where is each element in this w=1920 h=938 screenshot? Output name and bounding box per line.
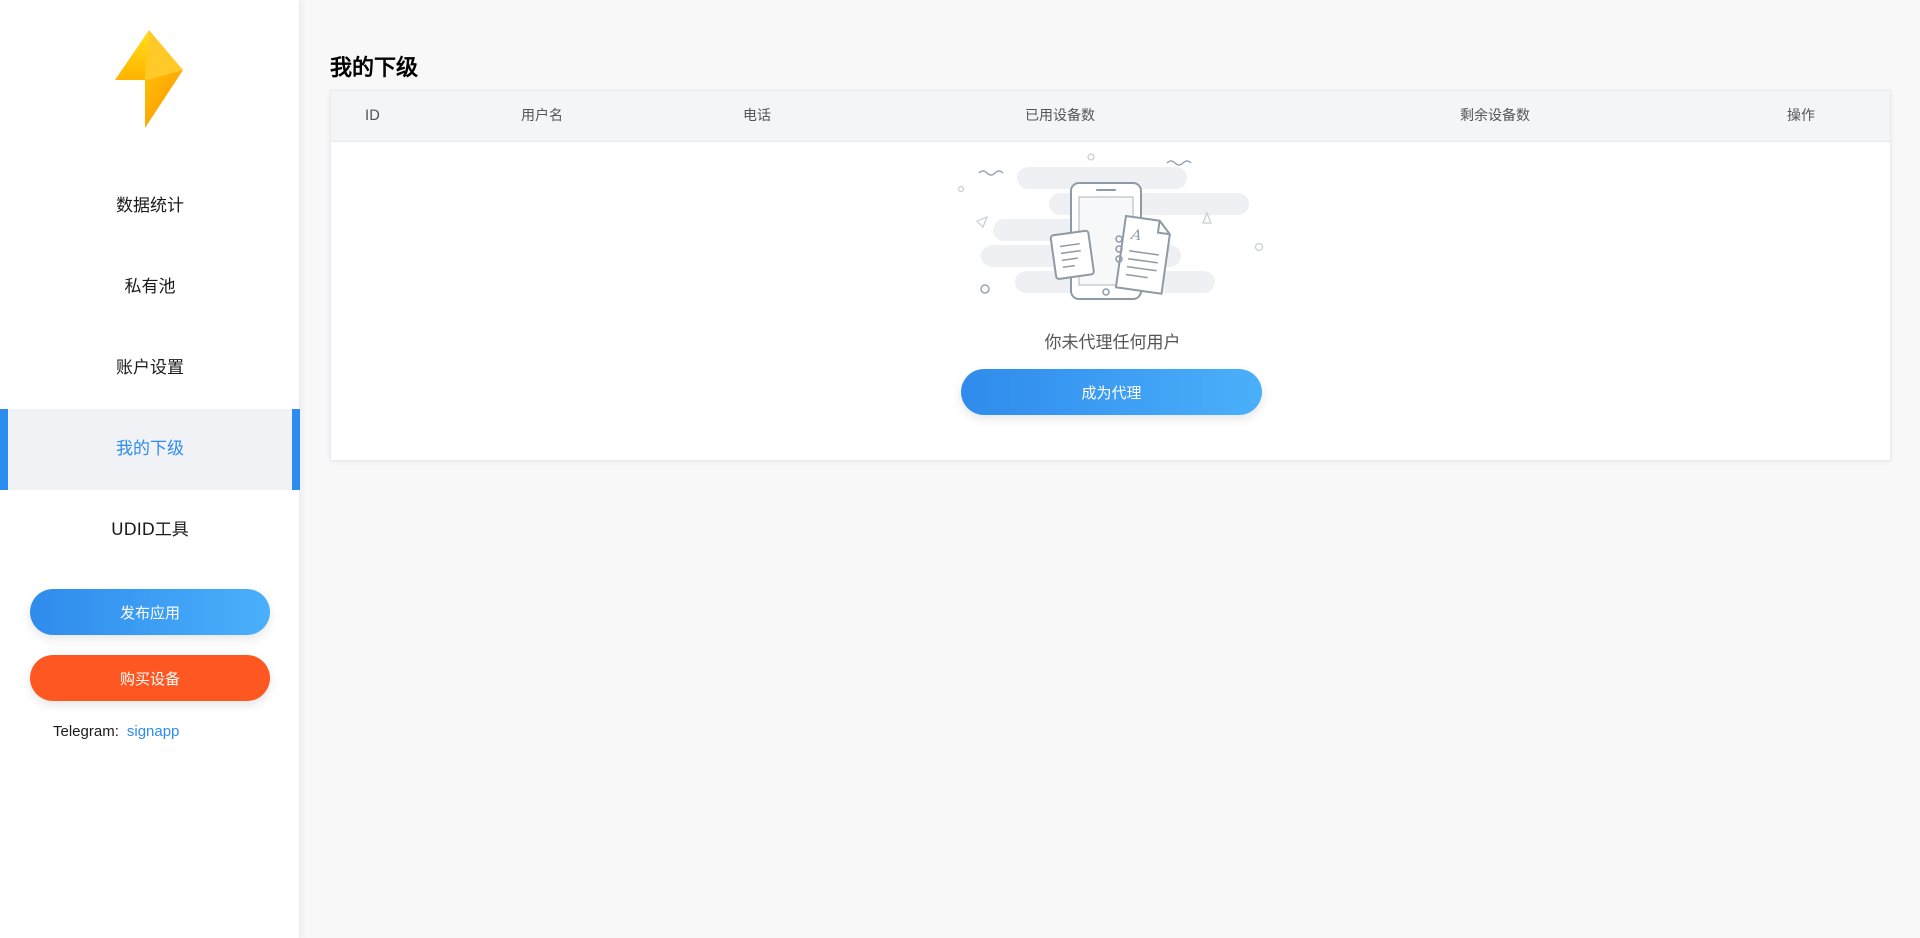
column-header-remaining-devices: 剩余设备数 xyxy=(1460,108,1530,124)
column-header-used-devices: 已用设备数 xyxy=(1025,108,1095,124)
telegram-link[interactable]: signapp xyxy=(127,723,180,740)
publish-app-button[interactable]: 发布应用 xyxy=(30,589,270,635)
table-header: ID 用户名 电话 已用设备数 剩余设备数 操作 xyxy=(331,91,1890,142)
subordinates-table: ID 用户名 电话 已用设备数 剩余设备数 操作 A 你未代理任何用户 成为代理 xyxy=(330,90,1891,461)
sidebar-item-subordinates[interactable]: 我的下级 xyxy=(0,409,300,490)
column-header-action: 操作 xyxy=(1787,108,1815,124)
telegram-contact: Telegram: signapp xyxy=(53,723,179,740)
sidebar-item-private-pool[interactable]: 私有池 xyxy=(0,247,300,328)
telegram-label: Telegram: xyxy=(53,723,119,740)
become-agent-button[interactable]: 成为代理 xyxy=(961,369,1262,415)
sidebar-item-statistics[interactable]: 数据统计 xyxy=(0,166,300,247)
empty-state-text: 你未代理任何用户 xyxy=(1044,333,1181,353)
sidebar-item-account-settings[interactable]: 账户设置 xyxy=(0,328,300,409)
main-content: 我的下级 ID 用户名 电话 已用设备数 剩余设备数 操作 A 你未代理任何用户… xyxy=(300,0,1920,938)
column-header-username: 用户名 xyxy=(521,108,563,124)
app-root: 数据统计 私有池 账户设置 我的下级 UDID工具 发布应用 购买设备 Tele… xyxy=(0,0,1920,938)
lightning-bolt-icon[interactable] xyxy=(111,28,187,130)
column-header-id: ID xyxy=(365,108,380,124)
buy-devices-button[interactable]: 购买设备 xyxy=(30,655,270,701)
page-title: 我的下级 xyxy=(330,56,419,81)
sidebar-item-udid-tool[interactable]: UDID工具 xyxy=(0,490,300,571)
column-header-phone: 电话 xyxy=(743,108,771,124)
sidebar-nav: 数据统计 私有池 账户设置 我的下级 UDID工具 xyxy=(0,166,300,571)
sidebar: 数据统计 私有池 账户设置 我的下级 UDID工具 发布应用 购买设备 Tele… xyxy=(0,0,300,938)
empty-documents-illustration-icon: A xyxy=(957,153,1267,313)
